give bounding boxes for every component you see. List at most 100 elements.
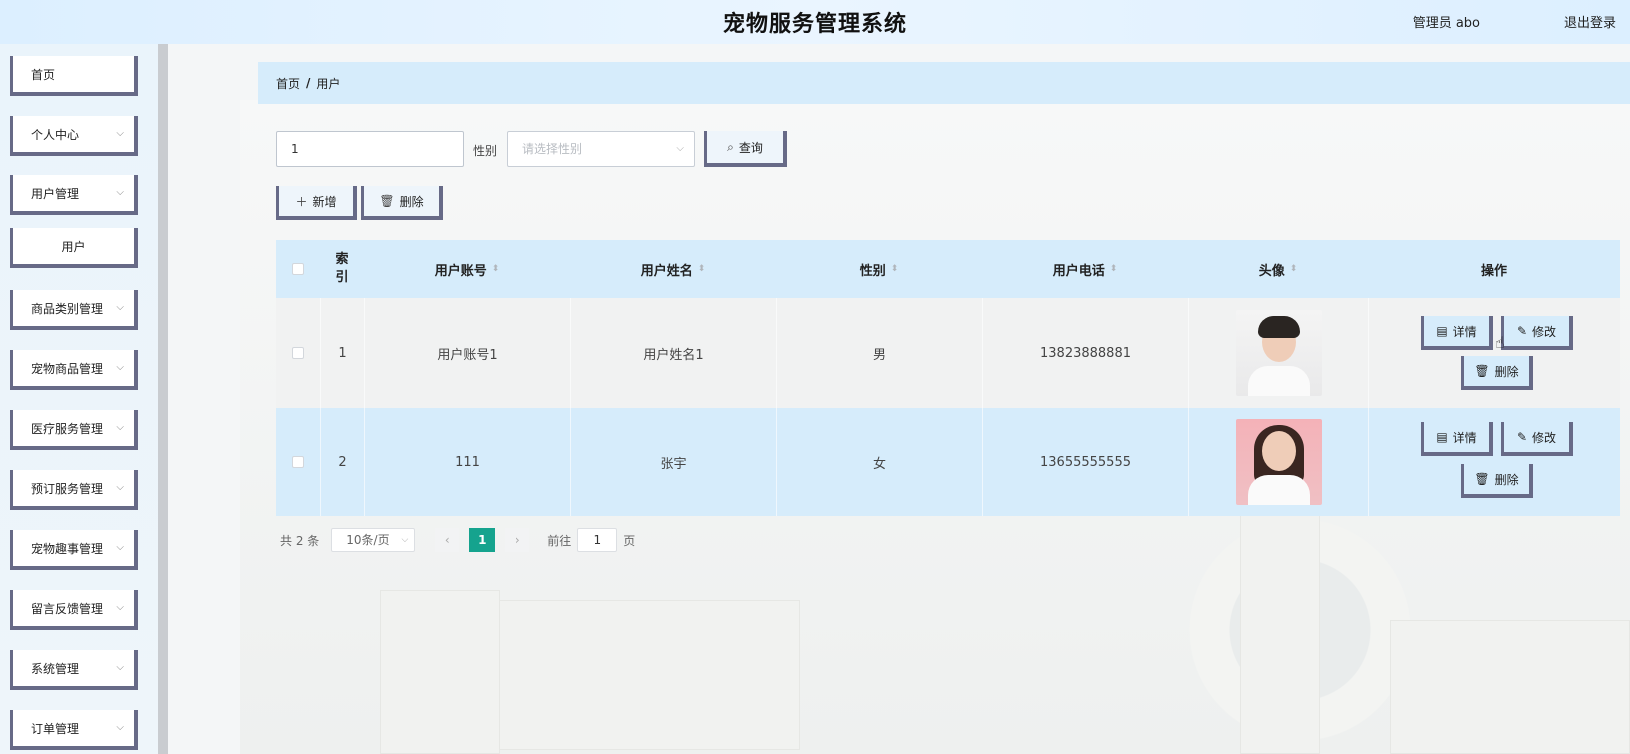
app-title: 宠物服务管理系统 <box>722 12 907 37</box>
sidebar-scrollbar[interactable] <box>158 44 168 754</box>
goto-label: 前往 <box>547 533 572 548</box>
header-gender-label: 性别 <box>859 263 886 279</box>
row-avatar-cell <box>1188 408 1368 516</box>
delete-button-label: 删除 <box>1494 364 1519 379</box>
row-gender: 男 <box>776 298 982 408</box>
search-input[interactable]: 1 <box>276 131 464 167</box>
pagination-total: 共 2 条 <box>280 533 320 548</box>
sidebar-item-label: 系统管理 <box>31 661 80 676</box>
detail-icon: ▤ <box>1436 430 1448 444</box>
row-checkbox[interactable] <box>292 347 304 359</box>
row-index: 1 <box>320 298 364 408</box>
chevron-down-icon: ⌵ <box>116 362 124 373</box>
next-page-button[interactable]: › <box>505 528 530 552</box>
header-account-label: 用户账号 <box>434 263 487 279</box>
sidebar-item[interactable]: 订单管理 ⌵ <box>10 710 138 750</box>
avatar-head <box>1261 431 1296 471</box>
sidebar-item-label: 宠物趣事管理 <box>31 541 104 556</box>
sidebar-item-label: 首页 <box>31 67 56 82</box>
avatar-hair <box>1257 316 1300 338</box>
breadcrumb-current: 用户 <box>316 76 341 91</box>
detail-button[interactable]: ▤ 详情 <box>1421 422 1493 456</box>
sidebar-item-label: 商品类别管理 <box>31 301 104 316</box>
detail-icon: ▤ <box>1436 324 1448 338</box>
delete-button[interactable]: 🗑 删除 <box>1461 464 1533 498</box>
sidebar-item[interactable]: 医疗服务管理 ⌵ <box>10 410 138 450</box>
chevron-down-icon: ⌵ <box>116 422 124 433</box>
chevron-down-icon: ⌵ <box>676 143 684 154</box>
sidebar-item[interactable]: 宠物趣事管理 ⌵ <box>10 530 138 570</box>
row-gender: 女 <box>776 408 982 516</box>
sidebar-item[interactable]: 预订服务管理 ⌵ <box>10 470 138 510</box>
gender-select[interactable]: 请选择性别 ⌵ <box>507 131 695 167</box>
header-phone-label: 用户电话 <box>1052 263 1105 279</box>
sidebar-item[interactable]: 宠物商品管理 ⌵ <box>10 350 138 390</box>
pagination: 共 2 条 10条/页 ⌵ ‹ 1 › 前往 1 页 <box>280 528 635 552</box>
delete-button[interactable]: 🗑 删除 <box>1461 356 1533 390</box>
header-name[interactable]: 用户姓名 ⬍ <box>570 240 776 298</box>
header-avatar-label: 头像 <box>1258 263 1285 279</box>
edit-button-label: 修改 <box>1532 430 1557 445</box>
chevron-down-icon: ⌵ <box>116 187 124 198</box>
plus-icon: ＋ <box>295 194 308 209</box>
query-button[interactable]: ⌕ 查询 <box>704 131 787 167</box>
sidebar-item[interactable]: 个人中心 ⌵ <box>10 116 138 156</box>
sidebar-item[interactable]: 用户 <box>10 228 138 268</box>
sidebar-item[interactable]: 留言反馈管理 ⌵ <box>10 590 138 630</box>
sort-icon[interactable]: ⬍ <box>698 264 706 274</box>
edit-button-label: 修改 <box>1532 324 1557 339</box>
row-account: 用户账号1 <box>364 298 570 408</box>
sort-icon[interactable]: ⬍ <box>1110 264 1118 274</box>
avatar-body <box>1247 366 1310 396</box>
goto-page-input[interactable]: 1 <box>577 528 618 552</box>
page-size-select[interactable]: 10条/页 ⌵ <box>331 528 416 552</box>
header-phone[interactable]: 用户电话 ⬍ <box>982 240 1188 298</box>
row-phone: 13655555555 <box>982 408 1188 516</box>
row-account: 111 <box>364 408 570 516</box>
trash-icon: 🗑 <box>1474 364 1490 378</box>
avatar[interactable] <box>1235 310 1322 396</box>
sidebar-item[interactable]: 用户管理 ⌵ <box>10 175 138 215</box>
sort-icon[interactable]: ⬍ <box>492 264 500 274</box>
chevron-down-icon: ⌵ <box>116 722 124 733</box>
trash-icon: 🗑 <box>1474 472 1490 486</box>
prev-page-button[interactable]: ‹ <box>435 528 460 552</box>
detail-button-label: 详情 <box>1452 324 1477 339</box>
sort-icon[interactable]: ⬍ <box>1290 264 1298 274</box>
avatar-body <box>1247 475 1310 505</box>
edit-icon: ✎ <box>1516 324 1528 338</box>
header-index: 索 引 <box>320 240 364 298</box>
row-index: 2 <box>320 408 364 516</box>
header-avatar[interactable]: 头像 ⬍ <box>1188 240 1368 298</box>
breadcrumb-home[interactable]: 首页 <box>276 75 300 92</box>
add-button[interactable]: ＋ 新增 <box>276 186 357 220</box>
sidebar-item-label: 个人中心 <box>31 127 80 142</box>
row-checkbox[interactable] <box>292 456 304 468</box>
header-gender[interactable]: 性别 ⬍ <box>776 240 982 298</box>
trash-icon: 🗑 <box>379 194 395 208</box>
detail-button[interactable]: ▤ 详情 <box>1421 316 1493 350</box>
row-actions: ▤ 详情 ✎ 修改 🗑 删除 <box>1368 298 1620 408</box>
select-all-checkbox[interactable] <box>292 263 304 275</box>
row-actions: ▤ 详情 ✎ 修改 🗑 删除 <box>1368 408 1620 516</box>
delete-button-label: 删除 <box>1494 472 1519 487</box>
row-name: 张宇 <box>570 408 776 516</box>
sidebar-item[interactable]: 商品类别管理 ⌵ <box>10 290 138 330</box>
page-size-value: 10条/页 <box>346 533 390 547</box>
edit-button[interactable]: ✎ 修改 <box>1501 422 1573 456</box>
detail-button-label: 详情 <box>1452 430 1477 445</box>
sort-icon[interactable]: ⬍ <box>891 264 899 274</box>
sidebar-item-label: 留言反馈管理 <box>31 601 104 616</box>
chevron-down-icon: ⌵ <box>116 302 124 313</box>
sidebar-item[interactable]: 系统管理 ⌵ <box>10 650 138 690</box>
sidebar-item-label: 用户 <box>61 239 86 254</box>
page-number-current[interactable]: 1 <box>469 528 496 552</box>
logout-link[interactable]: 退出登录 <box>1564 12 1616 31</box>
sidebar-item-label: 订单管理 <box>31 721 80 736</box>
header-account[interactable]: 用户账号 ⬍ <box>364 240 570 298</box>
edit-button[interactable]: ✎ 修改 <box>1501 316 1573 350</box>
breadcrumb: 首页 / 用户 <box>258 62 1630 104</box>
batch-delete-button[interactable]: 🗑 删除 <box>361 186 443 220</box>
sidebar-item[interactable]: 首页 <box>10 56 138 96</box>
avatar[interactable] <box>1235 419 1322 505</box>
